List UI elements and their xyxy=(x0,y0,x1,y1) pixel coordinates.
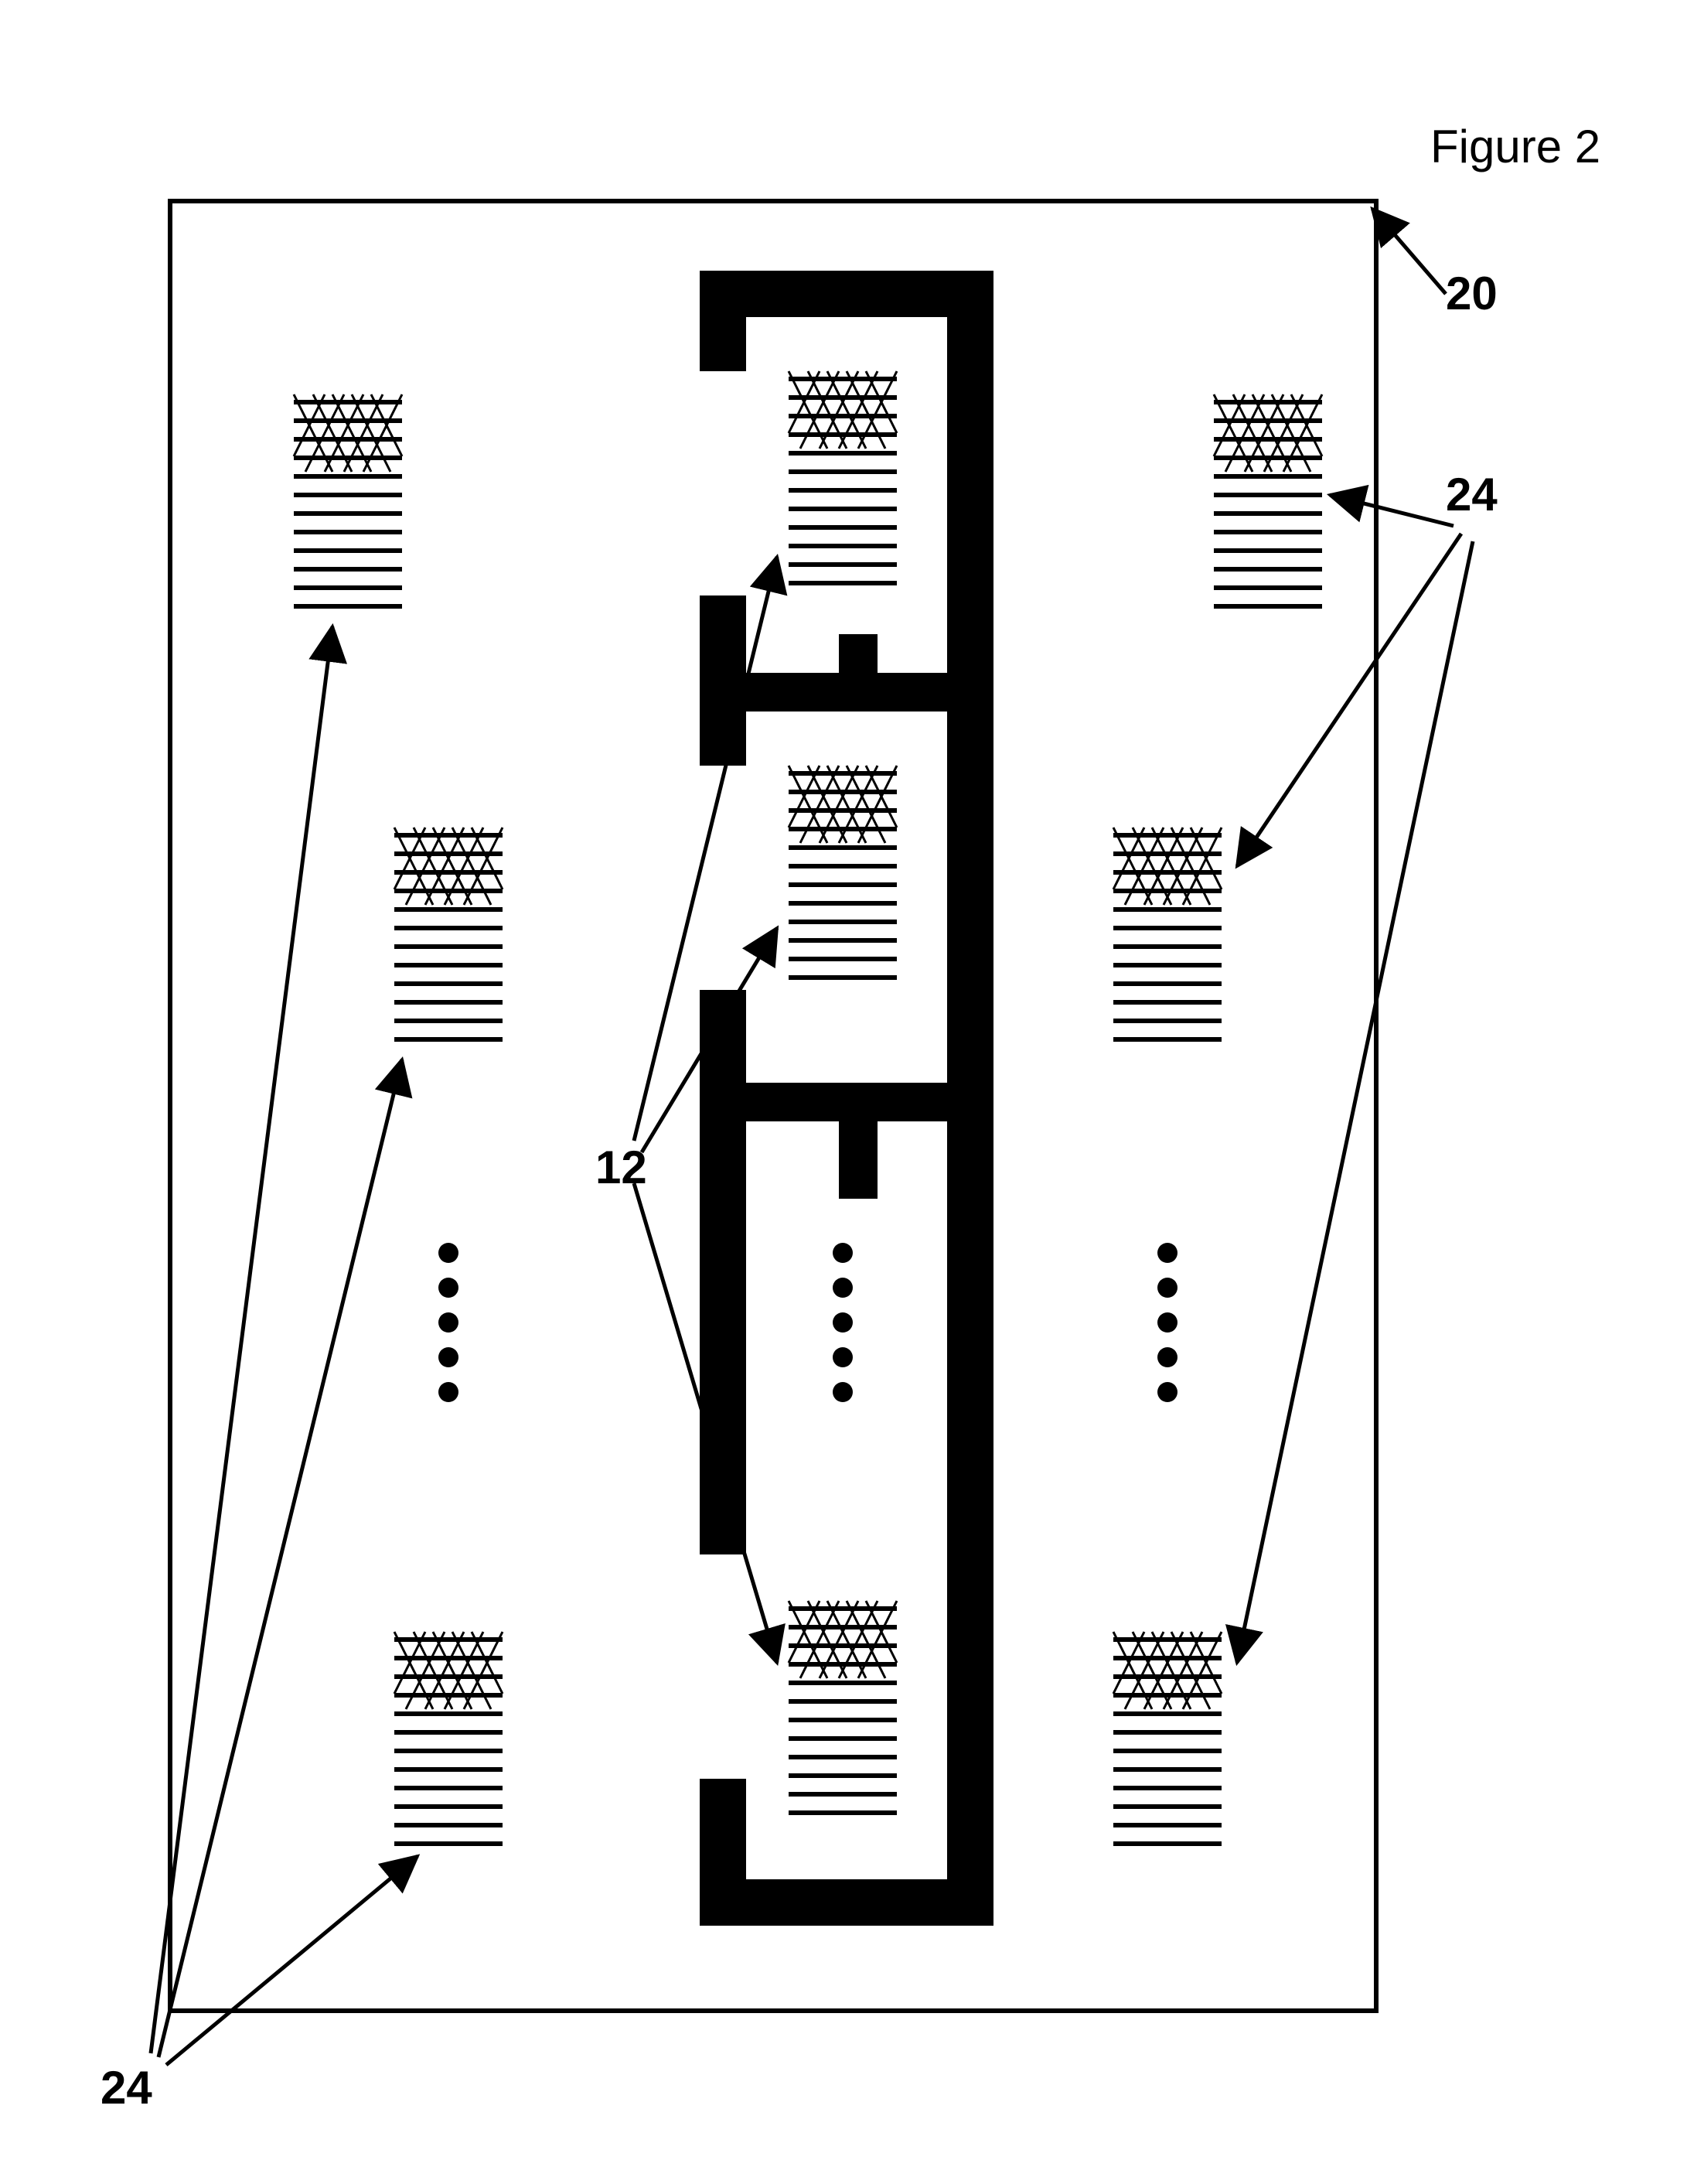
svg-text:12: 12 xyxy=(595,1141,647,1193)
svg-text:24: 24 xyxy=(101,2062,152,2114)
free-element xyxy=(387,1624,510,1856)
enclosed-element xyxy=(781,363,905,595)
figure-label: Figure 2 xyxy=(1430,121,1600,172)
svg-text:24: 24 xyxy=(1446,469,1498,520)
svg-text:20: 20 xyxy=(1446,268,1498,319)
free-element xyxy=(286,387,410,619)
free-element xyxy=(1106,820,1229,1052)
free-element xyxy=(1106,1624,1229,1856)
free-element xyxy=(387,820,510,1052)
free-element xyxy=(1206,387,1330,619)
callout-20: 20 xyxy=(1372,209,1498,319)
enclosed-element xyxy=(781,1593,905,1825)
figure-svg: Figure 2 20 12 24 24 xyxy=(0,0,1687,2184)
enclosed-element xyxy=(781,758,905,990)
